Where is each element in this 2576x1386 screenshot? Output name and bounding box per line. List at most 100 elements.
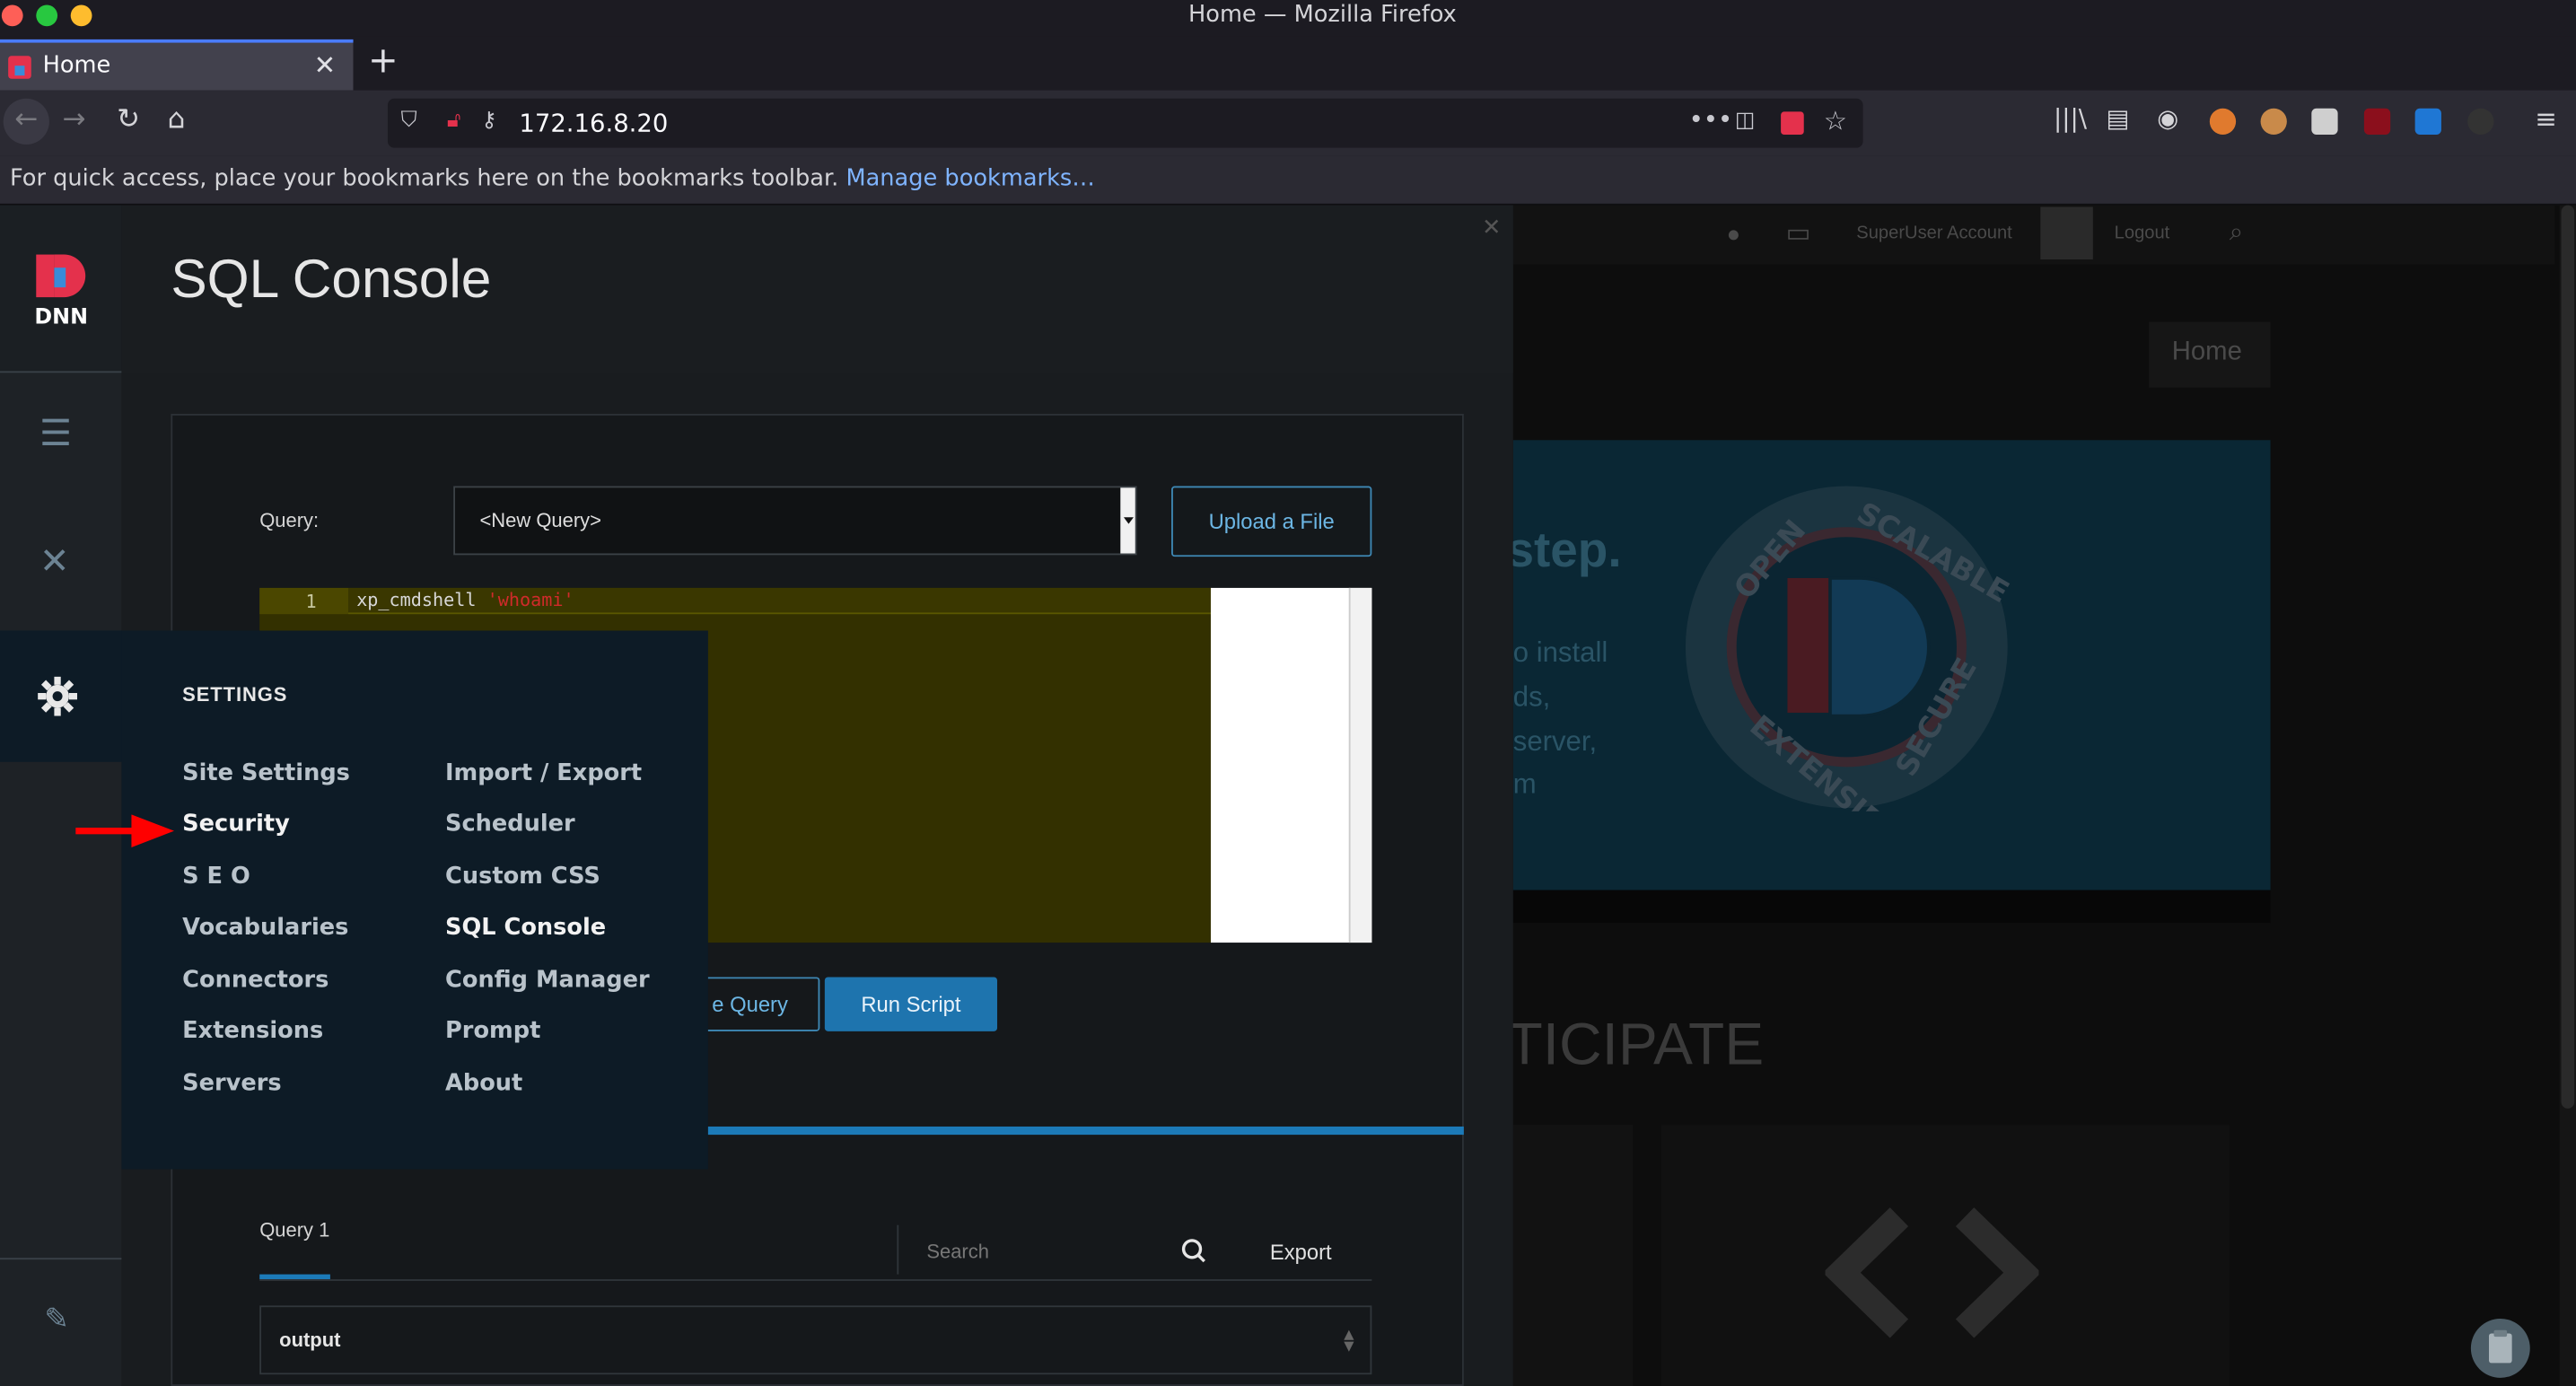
forward-button[interactable]: → xyxy=(63,103,86,136)
site-scroll-thumb[interactable] xyxy=(2561,205,2575,1109)
key-icon[interactable]: ⚷ xyxy=(481,109,496,133)
site-hero-banner: step. o install ds, server, m OPEN SCALA… xyxy=(1506,440,2271,890)
site-dark-strip xyxy=(1512,890,2271,924)
menu-about[interactable]: About xyxy=(445,1071,522,1097)
hero-line-4: m xyxy=(1512,768,1537,800)
page-actions-icon[interactable]: ••• xyxy=(1689,105,1733,135)
dnn-logo-mark: DNN xyxy=(34,254,88,327)
svg-text:DNN: DNN xyxy=(34,303,88,327)
panel-header: SQL Console ✕ xyxy=(121,205,1513,373)
clipboard-button[interactable] xyxy=(2470,1318,2530,1378)
sort-icon[interactable]: ▲ ▼ xyxy=(1344,1328,1354,1352)
cookie-extension-icon[interactable] xyxy=(2260,108,2287,136)
account-icon[interactable]: ◉ xyxy=(2157,103,2178,133)
run-script-button[interactable]: Run Script xyxy=(824,977,998,1031)
sidebar-item-settings[interactable] xyxy=(0,630,122,762)
menu-site-settings[interactable]: Site Settings xyxy=(182,760,350,786)
menu-extensions[interactable]: Extensions xyxy=(182,1018,323,1044)
upload-file-button[interactable]: Upload a File xyxy=(1171,486,1372,557)
user-avatar[interactable] xyxy=(2040,206,2093,260)
export-button[interactable]: Export xyxy=(1270,1240,1332,1264)
hero-line-3: server, xyxy=(1512,725,1598,758)
close-tab-icon[interactable]: ✕ xyxy=(314,49,337,81)
close-panel-icon[interactable]: ✕ xyxy=(1482,215,1501,241)
line-number: 1 xyxy=(305,591,317,613)
extension-mask-icon[interactable] xyxy=(2311,108,2338,136)
editor-overview xyxy=(1210,587,1372,943)
tracking-shield-icon[interactable]: ⛉ xyxy=(401,109,417,133)
column-output: output xyxy=(279,1328,341,1352)
navigation-toolbar: ← → ↻ ⌂ ⛉ 🔓︎ ⚷ 172.16.8.20 ••• ◫ ☆ |||\ … xyxy=(0,90,2576,156)
code-line[interactable]: xp_cmdshell 'whoami' xyxy=(348,587,1213,615)
url-bar[interactable]: ⛉ 🔓︎ ⚷ 172.16.8.20 ••• ◫ ☆ xyxy=(387,98,1863,148)
hero-line-1: o install xyxy=(1512,636,1608,669)
reload-button[interactable]: ↻ xyxy=(117,103,140,136)
site-scrollbar[interactable] xyxy=(2559,205,2576,1386)
window-titlebar: Home — Mozilla Firefox xyxy=(0,0,2576,37)
code-brackets-icon xyxy=(1825,1207,2039,1338)
search-icon[interactable] xyxy=(1181,1238,1205,1263)
results-rule xyxy=(259,1279,1372,1281)
query-select[interactable]: <New Query> xyxy=(453,486,1137,556)
page-title: SQL Console xyxy=(171,248,492,309)
site-background: ● ▭ SuperUser Account Logout ⌕ Home step… xyxy=(1506,205,2576,1386)
menu-security[interactable]: Security xyxy=(182,811,290,838)
home-button[interactable]: ⌂ xyxy=(168,103,186,136)
user-account-link[interactable]: SuperUser Account xyxy=(1856,224,2011,243)
gear-icon xyxy=(38,676,78,716)
url-text[interactable]: 172.16.8.20 xyxy=(519,109,668,138)
menu-sql-console[interactable]: SQL Console xyxy=(445,915,606,941)
section-heading: TICIPATE xyxy=(1506,1010,1765,1078)
messages-icon[interactable]: ▭ xyxy=(1786,216,1811,250)
ublock-icon[interactable] xyxy=(2363,108,2391,136)
dnn-logo[interactable]: DNN xyxy=(0,205,122,373)
tools-icon: ✕ xyxy=(39,541,70,583)
code-command: xp_cmdshell xyxy=(356,589,477,611)
dropdown-arrow-icon[interactable] xyxy=(1120,487,1135,554)
tab-query-1[interactable]: Query 1 xyxy=(259,1218,329,1241)
menu-vocabularies[interactable]: Vocabularies xyxy=(182,915,348,941)
query-select-value: <New Query> xyxy=(479,509,601,532)
menu-seo[interactable]: S E O xyxy=(182,864,250,890)
logout-link[interactable]: Logout xyxy=(2115,224,2170,243)
sidebar-item-edit[interactable]: ✎ xyxy=(0,1258,122,1386)
extension-spy-icon[interactable] xyxy=(2467,108,2494,136)
bookmark-star-icon[interactable]: ☆ xyxy=(1824,105,1847,136)
query-label: Query: xyxy=(259,509,320,532)
site-nav-home[interactable]: Home xyxy=(2149,321,2271,388)
page-viewport: ● ▭ SuperUser Account Logout ⌕ Home step… xyxy=(0,205,2576,1386)
insecure-lock-icon[interactable]: 🔓︎ xyxy=(447,109,460,133)
pocket-icon[interactable]: ◫ xyxy=(1735,109,1756,133)
dnn-badge-logo: OPEN SCALABLE EXTENSIBLE SECURE xyxy=(1685,486,2011,811)
menu-hamburger-icon[interactable]: ≡ xyxy=(2535,103,2557,135)
library-icon[interactable]: |||\ xyxy=(2054,103,2087,133)
editor-scrollbar[interactable] xyxy=(1348,587,1372,943)
menu-custom-css[interactable]: Custom CSS xyxy=(445,864,600,890)
manage-bookmarks-link[interactable]: Manage bookmarks… xyxy=(846,166,1094,192)
extension-fox-icon[interactable] xyxy=(2209,108,2237,136)
persona-bar: DNN ☰ ✕ ✎ xyxy=(0,205,122,1386)
browser-tab-home[interactable]: Home ✕ xyxy=(0,39,354,91)
menu-scheduler[interactable]: Scheduler xyxy=(445,811,575,838)
menu-connectors[interactable]: Connectors xyxy=(182,968,329,994)
bookmarks-hint: For quick access, place your bookmarks h… xyxy=(9,165,839,193)
menu-config-manager[interactable]: Config Manager xyxy=(445,968,650,994)
menu-prompt[interactable]: Prompt xyxy=(445,1018,540,1044)
sidebar-toggle-icon[interactable]: ▤ xyxy=(2107,103,2130,133)
dnn-extension-icon[interactable] xyxy=(1781,111,1804,136)
back-button[interactable]: ← xyxy=(3,98,49,145)
extension-s-icon[interactable] xyxy=(2414,108,2441,136)
window-title: Home — Mozilla Firefox xyxy=(1188,1,1457,29)
results-search-input[interactable] xyxy=(926,1232,1157,1270)
menu-servers[interactable]: Servers xyxy=(182,1071,281,1097)
sidebar-item-tools[interactable]: ✕ xyxy=(0,503,121,631)
sidebar-item-content[interactable]: ☰ xyxy=(0,374,121,503)
site-search-icon[interactable]: ⌕ xyxy=(2230,218,2243,246)
notifications-icon[interactable]: ● xyxy=(1727,220,1741,246)
settings-header: SETTINGS xyxy=(182,683,288,706)
results-column-header[interactable]: output ▲ ▼ xyxy=(259,1305,1372,1375)
new-tab-button[interactable]: + xyxy=(368,41,399,83)
settings-flyout: SETTINGS Site Settings Security S E O Vo… xyxy=(121,630,708,1170)
site-top-bar: ● ▭ SuperUser Account Logout ⌕ xyxy=(1512,205,2555,265)
menu-import-export[interactable]: Import / Export xyxy=(445,760,642,786)
